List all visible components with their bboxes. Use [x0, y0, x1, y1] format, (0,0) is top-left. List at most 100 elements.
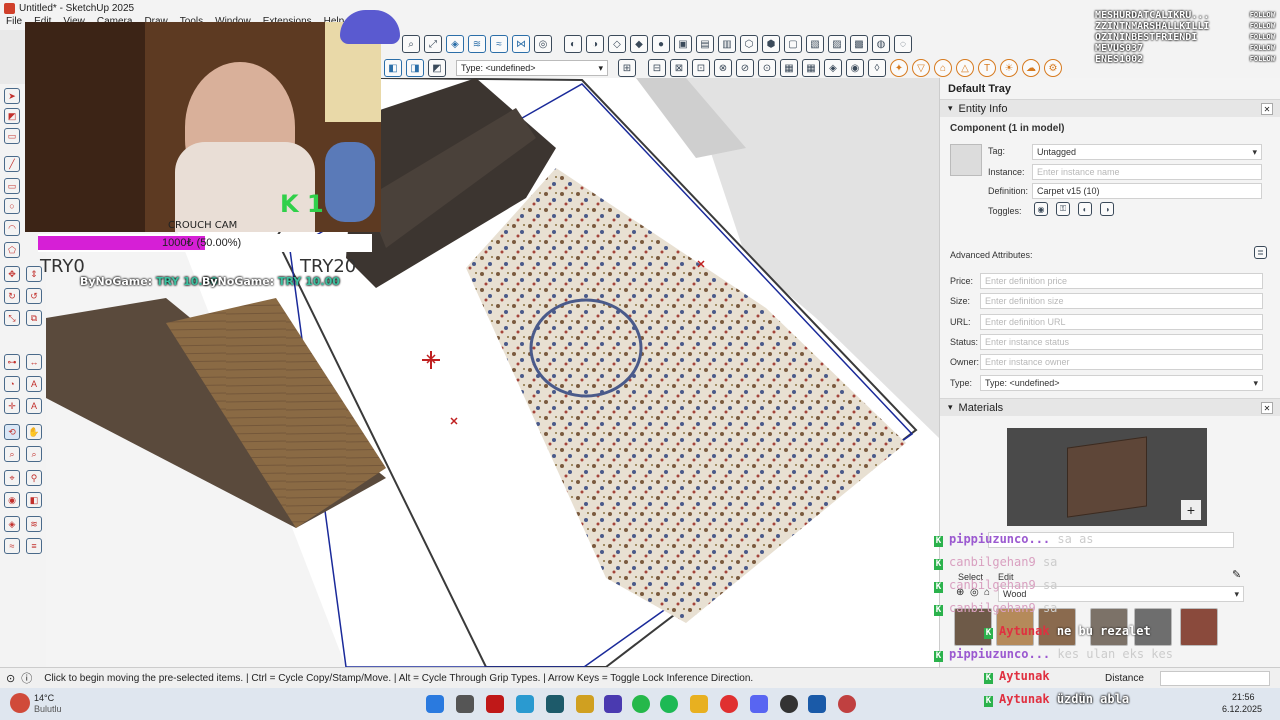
section-cut-icon[interactable]: ≋: [468, 35, 486, 53]
material-swatch[interactable]: [1180, 608, 1218, 646]
owner-input[interactable]: Enter instance owner: [980, 354, 1263, 370]
settings-gear-icon[interactable]: ⚙: [1044, 59, 1062, 77]
type-dropdown[interactable]: Type: <undefined> ▾: [980, 375, 1263, 391]
views-right-icon[interactable]: ▧: [806, 35, 824, 53]
position-camera-icon[interactable]: ⌖: [4, 470, 20, 486]
settings-icon[interactable]: [780, 695, 798, 713]
calendar-icon[interactable]: [604, 695, 622, 713]
obs-icon[interactable]: [838, 695, 856, 713]
definition-input[interactable]: Carpet v15 (10): [1032, 183, 1262, 199]
style-hidden-line-icon[interactable]: ◆: [630, 35, 648, 53]
views-left-icon[interactable]: ▩: [850, 35, 868, 53]
measurements-input[interactable]: [1160, 670, 1270, 686]
solid-split-icon[interactable]: ⊙: [758, 59, 776, 77]
tape-measure-icon[interactable]: ⊶: [4, 354, 20, 370]
zoom-extents-icon[interactable]: ⤢: [424, 35, 442, 53]
style-back-edges-icon[interactable]: ◑: [586, 35, 604, 53]
paint-bucket-left-icon[interactable]: ◩: [4, 108, 20, 124]
section-fill-icon[interactable]: ≈: [490, 35, 508, 53]
views-iso-icon[interactable]: ⬡: [740, 35, 758, 53]
edge-icon[interactable]: [516, 695, 534, 713]
section-fill-left-icon[interactable]: ≈: [4, 538, 20, 554]
sun-icon[interactable]: ☀: [1000, 59, 1018, 77]
status-input[interactable]: Enter instance status: [980, 334, 1263, 350]
app-icon[interactable]: [546, 695, 564, 713]
protractor-icon[interactable]: ◔: [4, 376, 20, 392]
section-plane-left-icon[interactable]: ◧: [26, 492, 42, 508]
sandbox-drape-icon[interactable]: ◊: [868, 59, 886, 77]
close-icon[interactable]: ✕: [1261, 103, 1273, 115]
warehouse-icon[interactable]: ✦: [890, 59, 908, 77]
follow-me-icon[interactable]: ↺: [26, 288, 42, 304]
solid-union-icon[interactable]: ⊡: [692, 59, 710, 77]
lock-toggle-icon[interactable]: ⚿: [1056, 202, 1070, 216]
text-icon[interactable]: A: [26, 376, 42, 392]
axes-icon[interactable]: ✛: [4, 398, 20, 414]
polygon-icon[interactable]: ⬠: [4, 242, 20, 258]
menu-file[interactable]: File: [6, 16, 22, 30]
circle-icon[interactable]: ○: [4, 198, 20, 214]
spotify-icon[interactable]: [660, 695, 678, 713]
views-top-icon[interactable]: ⬢: [762, 35, 780, 53]
display-section-left-icon[interactable]: ◈: [4, 516, 20, 532]
solid-intersect-icon[interactable]: ⊠: [670, 59, 688, 77]
views-front-icon[interactable]: ▢: [784, 35, 802, 53]
solid-trim-icon[interactable]: ⊘: [736, 59, 754, 77]
receive-shadow-toggle-icon[interactable]: ◑: [1100, 202, 1114, 216]
folder-icon[interactable]: [690, 695, 708, 713]
info-icon[interactable]: ⓘ: [21, 670, 32, 686]
discord-icon[interactable]: [750, 695, 768, 713]
geo-location-icon[interactable]: ◎: [534, 35, 552, 53]
pan-icon[interactable]: ✋: [26, 424, 42, 440]
style-monochrome-icon[interactable]: ▤: [696, 35, 714, 53]
views-back-icon[interactable]: ▨: [828, 35, 846, 53]
url-input[interactable]: Enter definition URL: [980, 314, 1263, 330]
solid-outer-shell-icon[interactable]: ⊟: [648, 59, 666, 77]
display-section-icon[interactable]: ⋈: [512, 35, 530, 53]
paint-bucket-icon[interactable]: ◩: [428, 59, 446, 77]
classifier-icon[interactable]: ⊞: [618, 59, 636, 77]
start-windows-icon[interactable]: [426, 695, 444, 713]
make-group-icon[interactable]: ◨: [406, 59, 424, 77]
netflix-icon[interactable]: [486, 695, 504, 713]
component-icon[interactable]: ◧: [384, 59, 402, 77]
eraser-icon[interactable]: ▭: [4, 128, 20, 144]
solid-subtract-icon[interactable]: ⊗: [714, 59, 732, 77]
zoom-icon[interactable]: ⌕: [402, 35, 420, 53]
type-select[interactable]: Type: <undefined> ▾: [456, 60, 608, 76]
sandbox-stamp-icon[interactable]: ◉: [846, 59, 864, 77]
zoom-left-icon[interactable]: ⌕: [4, 446, 20, 462]
size-input[interactable]: Enter definition size: [980, 293, 1263, 309]
dimension-icon[interactable]: ↔: [26, 354, 42, 370]
style-textured-icon[interactable]: ▣: [674, 35, 692, 53]
offset-icon[interactable]: ⧉: [26, 310, 42, 326]
section-cut-left-icon[interactable]: ≋: [26, 516, 42, 532]
whatsapp-icon[interactable]: [632, 695, 650, 713]
orbit-icon[interactable]: ⟲: [4, 424, 20, 440]
cloud-icon[interactable]: ☁: [1022, 59, 1040, 77]
sandbox-scratch-icon[interactable]: ▦: [802, 59, 820, 77]
arc-icon[interactable]: ◠: [4, 220, 20, 236]
extension-warehouse-icon[interactable]: ▽: [912, 59, 930, 77]
photo-texture-icon[interactable]: T: [978, 59, 996, 77]
cast-shadow-toggle-icon[interactable]: ◐: [1078, 202, 1092, 216]
scenes-icon[interactable]: ▥: [718, 35, 736, 53]
shadows-icon[interactable]: ◍: [872, 35, 890, 53]
close-icon[interactable]: ✕: [1261, 402, 1273, 414]
price-input[interactable]: Enter definition price: [980, 273, 1263, 289]
section-plane-icon[interactable]: ◈: [446, 35, 464, 53]
tag-select[interactable]: Untagged ▾: [1032, 144, 1262, 160]
attributes-menu-icon[interactable]: ≣: [1254, 246, 1267, 259]
create-material-icon[interactable]: +: [1181, 500, 1201, 520]
rectangle-icon[interactable]: ▭: [4, 178, 20, 194]
sandbox-contours-icon[interactable]: ▦: [780, 59, 798, 77]
style-xray-icon[interactable]: ◐: [564, 35, 582, 53]
look-around-icon[interactable]: ◉: [4, 492, 20, 508]
sketchup-taskbar-icon[interactable]: [808, 695, 826, 713]
walk-icon[interactable]: ⚲: [26, 470, 42, 486]
fog-icon[interactable]: ◌: [894, 35, 912, 53]
opera-icon[interactable]: [720, 695, 738, 713]
sandbox-smoove-icon[interactable]: ◈: [824, 59, 842, 77]
file-explorer-icon[interactable]: [576, 695, 594, 713]
style-wireframe-icon[interactable]: ◇: [608, 35, 626, 53]
